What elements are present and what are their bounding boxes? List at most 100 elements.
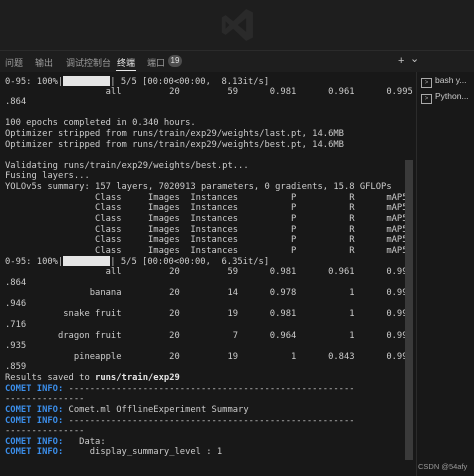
terminal-line: Class Images Instances P R mAP50 mAP5 xyxy=(5,214,416,225)
terminal-line: all 20 59 0.981 0.961 0.995 0 xyxy=(5,267,416,278)
terminal-text: Results saved to xyxy=(5,373,96,384)
terminal-text: Class Images Instances P R mAP50 mAP5 xyxy=(5,245,416,256)
terminal-line: .859 xyxy=(5,362,416,373)
comet-info-label: COMET INFO: xyxy=(5,415,64,426)
terminal-scrollbar[interactable] xyxy=(405,160,413,460)
terminal-list-item-label: Python... xyxy=(435,91,469,101)
terminal-icon: > xyxy=(421,94,432,104)
terminal-line: COMET INFO: display_summary_level : 1 xyxy=(5,447,416,458)
vscode-logo-icon xyxy=(221,9,253,41)
terminal-list-item-label: bash y... xyxy=(435,75,467,85)
terminal-line: --------------- xyxy=(5,426,416,437)
ports-count-badge: 19 xyxy=(168,55,182,67)
terminal-line: COMET INFO: ----------------------------… xyxy=(5,416,416,427)
terminal-line: .935 xyxy=(5,341,416,352)
terminal-line: Results saved to runs/train/exp29 xyxy=(5,373,416,384)
terminal-text: | 5/5 [00:00<00:00, 6.35it/s] xyxy=(110,257,270,268)
comet-info-label: COMET INFO: xyxy=(5,436,64,447)
terminal-text: dragon fruit 20 7 0.964 1 0.995 0 xyxy=(5,330,416,341)
editor-area xyxy=(0,0,474,50)
terminal-line: .716 xyxy=(5,320,416,331)
comet-info-label: COMET INFO: xyxy=(5,383,64,394)
comet-info-label: COMET INFO: xyxy=(5,404,64,415)
terminal-text: Optimizer stripped from runs/train/exp29… xyxy=(5,129,344,140)
terminal-text: .864 xyxy=(5,277,27,288)
terminal-line: COMET INFO: Comet.ml OfflineExperiment S… xyxy=(5,405,416,416)
terminal-line: Class Images Instances P R mAP50 mAP5 xyxy=(5,235,416,246)
terminal-text: Data: xyxy=(63,436,106,447)
tab-terminal[interactable]: 终端 xyxy=(115,56,137,71)
terminal-text: Fusing layers... xyxy=(5,171,90,182)
terminal-lines: 0-95: 100%| | 5/5 [00:00<00:00, 8.13it/s]… xyxy=(5,76,416,458)
terminal-line: COMET INFO: Data: xyxy=(5,437,416,448)
terminal-text: snake fruit 20 19 0.981 1 0.995 0 xyxy=(5,309,416,320)
terminal-line: Optimizer stripped from runs/train/exp29… xyxy=(5,140,416,151)
terminal-text: ----------------------------------------… xyxy=(63,415,355,426)
terminal-line: dragon fruit 20 7 0.964 1 0.995 0 xyxy=(5,331,416,342)
terminal-line: COMET INFO: ----------------------------… xyxy=(5,384,416,395)
tab-problems[interactable]: 问题 xyxy=(5,56,23,69)
terminal-text: Comet.ml OfflineExperiment Summary xyxy=(63,404,249,415)
progress-bar-fill xyxy=(63,256,111,267)
terminal-text: Class Images Instances P R mAP50 mAP5 xyxy=(5,224,416,235)
watermark: CSDN @54afy xyxy=(418,462,468,471)
terminal-text: Validating runs/train/exp29/weights/best… xyxy=(5,160,249,171)
chevron-down-icon[interactable]: ⌄ xyxy=(410,53,419,65)
terminal-line: 0-95: 100%| | 5/5 [00:00<00:00, 6.35it/s] xyxy=(5,256,416,267)
terminal-text: --------------- xyxy=(5,426,85,437)
terminal-line: Class Images Instances P R mAP50 mAP5 xyxy=(5,246,416,257)
terminal-text: Class Images Instances P R mAP50 mAP5 xyxy=(5,213,416,224)
terminal-text: --------------- xyxy=(5,394,85,405)
terminal-line: Class Images Instances P R mAP50 mAP5 xyxy=(5,193,416,204)
terminal-list-panel: > bash y... > Python... xyxy=(416,72,474,476)
terminal-text: 0-95: 100%| xyxy=(5,77,64,87)
terminal-text: all 20 59 0.981 0.961 0.995 0 xyxy=(5,86,416,97)
terminal-text: pineapple 20 19 1 0.843 0.995 0 xyxy=(5,351,416,362)
terminal-text: 100 epochs completed in 0.340 hours. xyxy=(5,118,196,129)
terminal-line: Optimizer stripped from runs/train/exp29… xyxy=(5,129,416,140)
terminal-text: .935 xyxy=(5,341,27,352)
terminal-line: 0-95: 100%| | 5/5 [00:00<00:00, 8.13it/s] xyxy=(5,76,416,87)
terminal-text: YOLOv5s summary: 157 layers, 7020913 par… xyxy=(5,182,392,193)
terminal-list-item-python[interactable]: > Python... xyxy=(421,91,474,105)
comet-info-label: COMET INFO: xyxy=(5,447,64,458)
terminal-text: Optimizer stripped from runs/train/exp29… xyxy=(5,139,344,150)
terminal-line: Class Images Instances P R mAP50 mAP5 xyxy=(5,225,416,236)
terminal-text: .716 xyxy=(5,320,27,331)
tab-ports[interactable]: 端口 xyxy=(147,56,165,69)
terminal-line: Class Images Instances P R mAP50 mAP5 xyxy=(5,203,416,214)
terminal-output[interactable]: 0-95: 100%| | 5/5 [00:00<00:00, 8.13it/s]… xyxy=(0,72,416,476)
terminal-line: banana 20 14 0.978 1 0.995 0 xyxy=(5,288,416,299)
terminal-text: ----------------------------------------… xyxy=(63,383,355,394)
new-terminal-icon[interactable]: + xyxy=(398,55,404,67)
terminal-line: .864 xyxy=(5,97,416,108)
progress-bar-fill xyxy=(63,76,111,86)
results-path: runs/train/exp29 xyxy=(95,373,180,384)
tab-debug-console[interactable]: 调试控制台 xyxy=(66,56,111,69)
terminal-line: Fusing layers... xyxy=(5,171,416,182)
terminal-line: snake fruit 20 19 0.981 1 0.995 0 xyxy=(5,309,416,320)
terminal-text: all 20 59 0.981 0.961 0.995 0 xyxy=(5,266,416,277)
terminal-line: Validating runs/train/exp29/weights/best… xyxy=(5,161,416,172)
terminal-text: .864 xyxy=(5,97,27,108)
terminal-line: .864 xyxy=(5,278,416,289)
terminal-line: YOLOv5s summary: 157 layers, 7020913 par… xyxy=(5,182,416,193)
terminal-text: | 5/5 [00:00<00:00, 8.13it/s] xyxy=(110,77,270,87)
terminal-line: --------------- xyxy=(5,394,416,405)
terminal-text: Class Images Instances P R mAP50 mAP5 xyxy=(5,203,416,214)
terminal-line: all 20 59 0.981 0.961 0.995 0 xyxy=(5,87,416,98)
terminal-list-item-bash[interactable]: > bash y... xyxy=(421,75,474,89)
tab-output[interactable]: 输出 xyxy=(35,56,53,69)
terminal-text: 0-95: 100%| xyxy=(5,257,64,268)
terminal-text: Class Images Instances P R mAP50 mAP5 xyxy=(5,192,416,203)
terminal-text: display_summary_level : 1 xyxy=(63,447,223,458)
terminal-line: .946 xyxy=(5,299,416,310)
terminal-line: pineapple 20 19 1 0.843 0.995 0 xyxy=(5,352,416,363)
terminal-icon: > xyxy=(421,78,432,88)
terminal-text: .946 xyxy=(5,298,27,309)
terminal-text: Class Images Instances P R mAP50 mAP5 xyxy=(5,235,416,246)
terminal-text: banana 20 14 0.978 1 0.995 0 xyxy=(5,288,416,299)
terminal-line: 100 epochs completed in 0.340 hours. xyxy=(5,118,416,129)
